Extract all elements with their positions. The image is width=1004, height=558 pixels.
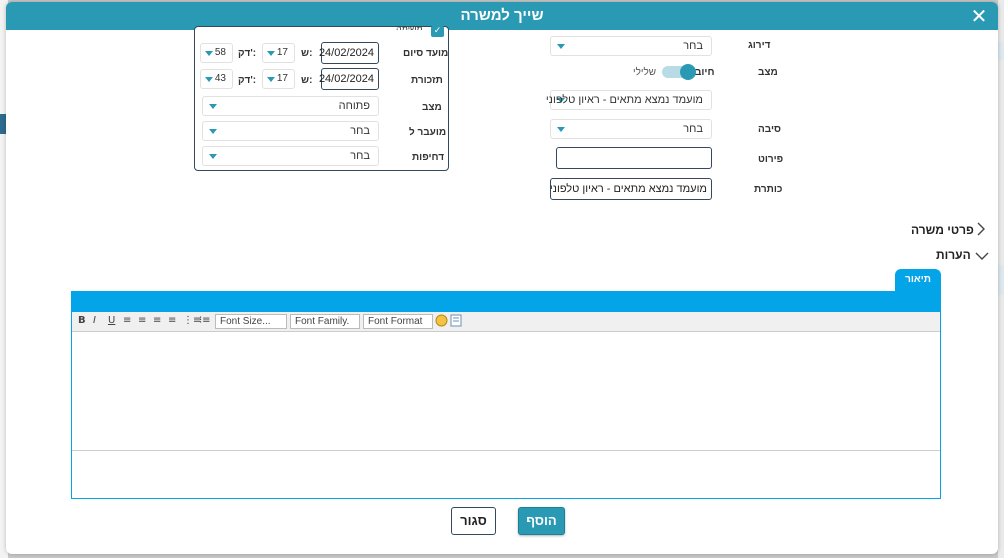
subject-input[interactable]: מועמד נמצא מתאים - ראיון טלפוני - בר (550, 178, 712, 200)
status-negative-label: שלילי (633, 67, 657, 78)
chevron-down-icon (267, 51, 275, 56)
reason-value: בחר (683, 123, 703, 135)
chevron-down-icon[interactable] (975, 250, 989, 264)
assigned-label: מועבר ל (409, 127, 447, 138)
due-min-value: 58 (214, 47, 226, 58)
subject-value: מועמד נמצא מתאים - ראיון טלפוני - בר (550, 183, 707, 195)
due-hour-select[interactable]: 17 (262, 43, 295, 63)
rank-label: דירוג (748, 40, 771, 51)
rank-select[interactable]: בחר (550, 36, 712, 56)
chevron-down-icon (557, 44, 565, 49)
reminder-label: תזכורת (411, 75, 443, 86)
edit-document-icon[interactable] (450, 314, 463, 330)
urgency-label: דחיפות (412, 152, 445, 163)
chevron-down-icon (209, 154, 217, 159)
reminder-min-select[interactable]: 43 (200, 69, 233, 89)
editor-header-bar (72, 292, 940, 312)
assigned-select[interactable]: בחר (202, 121, 379, 141)
background-cell (998, 42, 1004, 60)
reminder-hour-select[interactable]: 17 (262, 69, 295, 89)
assign-to-job-modal: שייך למשרה ✕ דירוג בחר מצב חיובי שלילי מ… (6, 2, 998, 554)
reason-label: סיבה (758, 124, 781, 135)
details-input[interactable] (556, 147, 712, 169)
task-state-label: מצב (422, 102, 442, 113)
background-cell (998, 265, 1004, 295)
font-size-select[interactable]: Font Size... (215, 314, 287, 329)
chevron-down-icon (209, 104, 217, 109)
chevron-left-icon[interactable] (976, 222, 986, 239)
chevron-down-icon (557, 127, 565, 132)
assigned-value: בחר (350, 125, 370, 137)
due-label: מועד סיום (403, 48, 449, 59)
chevron-down-icon (209, 129, 217, 134)
editor-toolbar: B I U ≡ ≡ ≡ ≡ ⋮≡ ⁝≡ Font Size... Font Fa… (72, 312, 940, 332)
rank-value: בחר (683, 40, 703, 52)
html-source-icon[interactable] (435, 314, 448, 330)
due-hour-value: 17 (276, 47, 288, 58)
status-select[interactable]: מועמד נמצא מתאים - ראיון טלפוני (546, 90, 712, 110)
reminder-date-input[interactable]: 24/02/2024 (318, 68, 379, 90)
reminder-min-label: דק': (238, 75, 257, 86)
font-format-select[interactable]: Font Format (363, 314, 433, 329)
urgency-value: בחר (350, 150, 370, 162)
task-state-select[interactable]: פתוחה (202, 96, 379, 116)
task-checkbox-label: משימה (396, 24, 423, 30)
status-select-value: מועמד נמצא מתאים - ראיון טלפוני (545, 94, 703, 106)
underline-button[interactable]: U (108, 315, 115, 326)
reason-select[interactable]: בחר (550, 119, 712, 139)
italic-button[interactable]: I (93, 315, 96, 326)
chevron-down-icon (267, 77, 275, 82)
task-state-value: פתוחה (338, 100, 370, 112)
align-right-icon[interactable]: ≡ (153, 315, 161, 326)
due-date-input[interactable]: 24/02/2024 (318, 42, 379, 64)
editor-content-area[interactable] (72, 333, 940, 451)
due-min-label: דק': (238, 48, 257, 59)
bold-button[interactable]: B (78, 315, 86, 326)
task-checkbox[interactable]: ✓ (431, 26, 444, 37)
close-icon[interactable]: ✕ (970, 6, 988, 26)
reminder-date-value: 24/02/2024 (318, 73, 374, 85)
chevron-down-icon (205, 77, 213, 82)
due-hour-label: ש: (301, 48, 313, 59)
tab-description[interactable]: תיאור (895, 269, 941, 293)
add-button[interactable]: הוסף (518, 507, 565, 535)
align-justify-icon[interactable]: ≡ (168, 315, 176, 326)
reminder-min-value: 43 (214, 73, 226, 84)
urgency-select[interactable]: בחר (202, 146, 379, 166)
notes-section-title[interactable]: הערות (936, 248, 971, 262)
modal-header: שייך למשרה ✕ (6, 2, 998, 30)
reminder-hour-label: ש: (301, 75, 313, 86)
rich-text-editor: B I U ≡ ≡ ≡ ≡ ⋮≡ ⁝≡ Font Size... Font Fa… (71, 291, 941, 499)
due-date-value: 24/02/2024 (318, 47, 374, 59)
due-min-select[interactable]: 58 (200, 43, 233, 63)
chevron-down-icon (205, 51, 213, 56)
align-left-icon[interactable]: ≡ (123, 315, 131, 326)
font-family-select[interactable]: Font Family. (290, 314, 360, 329)
background-page-right (998, 0, 1004, 558)
modal-title: שייך למשרה (460, 7, 544, 24)
toggle-knob (680, 64, 696, 80)
close-button[interactable]: סגור (451, 507, 496, 535)
align-center-icon[interactable]: ≡ (138, 315, 146, 326)
status-toggle[interactable] (662, 64, 696, 80)
subject-label: כותרת (754, 184, 783, 195)
unordered-list-icon[interactable]: ⁝≡ (199, 315, 211, 326)
reminder-hour-value: 17 (276, 73, 288, 84)
details-label: פירוט (758, 154, 784, 165)
status-label: מצב (758, 67, 778, 78)
job-details-section-title[interactable]: פרטי משרה (911, 223, 974, 237)
